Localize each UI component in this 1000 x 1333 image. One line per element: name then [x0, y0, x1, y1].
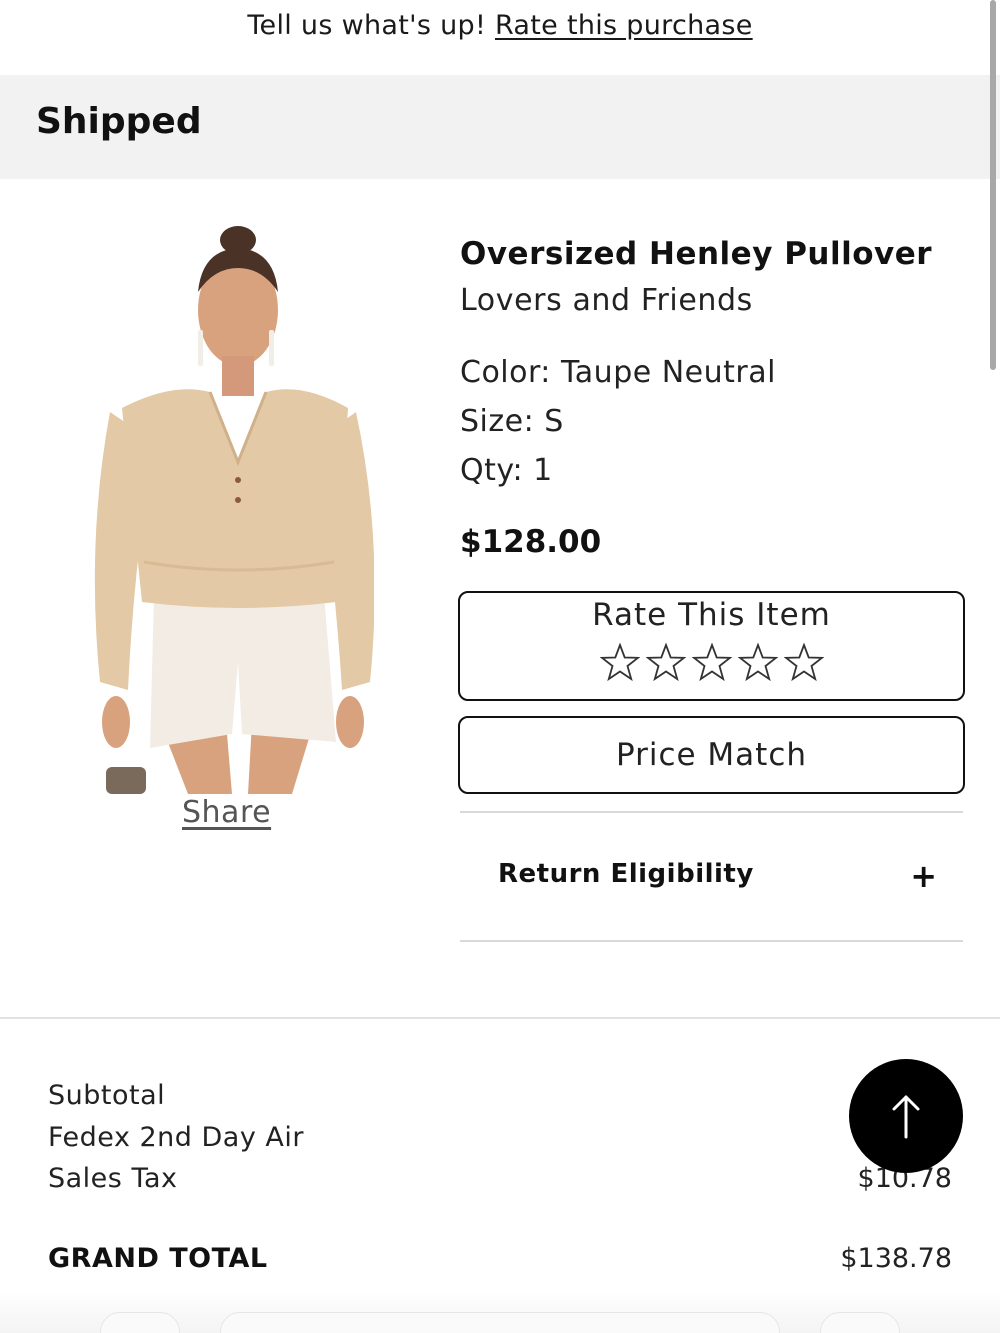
scrollbar[interactable]	[986, 0, 1000, 1333]
return-eligibility-accordion[interactable]: Return Eligibility +	[460, 813, 963, 941]
price-match-button[interactable]: Price Match	[458, 716, 965, 794]
banner-prefix: Tell us what's up!	[247, 10, 487, 41]
return-eligibility-label: Return Eligibility	[498, 859, 754, 889]
expand-plus-icon[interactable]: +	[910, 857, 937, 895]
bottom-nav-button[interactable]	[220, 1312, 780, 1333]
product-brand[interactable]: Lovers and Friends	[460, 283, 753, 318]
subtotal-label: Subtotal	[48, 1080, 166, 1111]
star-icon-2[interactable]	[645, 643, 686, 683]
product-title[interactable]: Oversized Henley Pullover	[460, 236, 932, 272]
star-icon-3[interactable]	[691, 643, 732, 683]
product-price: $128.00	[460, 524, 602, 560]
star-icon-5[interactable]	[783, 643, 824, 683]
order-status-bar: Shipped	[0, 75, 1000, 179]
rate-purchase-banner: Tell us what's up! Rate this purchase	[0, 0, 1000, 60]
rate-item-label: Rate This Item	[592, 597, 831, 633]
grand-total-value: $138.78	[840, 1243, 952, 1274]
bottom-nav-button[interactable]	[100, 1312, 180, 1333]
product-quantity: Qty: 1	[460, 453, 553, 488]
rate-item-box[interactable]: Rate This Item	[458, 591, 965, 701]
share-link[interactable]: Share	[182, 795, 271, 830]
product-size: Size: S	[460, 404, 564, 439]
grand-total-label: GRAND TOTAL	[48, 1243, 268, 1274]
shipping-label: Fedex 2nd Day Air	[48, 1122, 304, 1153]
product-color: Color: Taupe Neutral	[460, 355, 776, 390]
arrow-up-icon	[892, 1095, 920, 1139]
star-icon-4[interactable]	[737, 643, 778, 683]
rate-purchase-link[interactable]: Rate this purchase	[495, 10, 753, 41]
back-to-top-button[interactable]	[849, 1059, 963, 1173]
divider	[460, 940, 963, 942]
product-image[interactable]	[92, 222, 374, 794]
sales-tax-label: Sales Tax	[48, 1163, 178, 1194]
order-status-title: Shipped	[36, 101, 202, 142]
bottom-nav-button[interactable]	[820, 1312, 900, 1333]
star-rating[interactable]	[460, 643, 963, 683]
section-divider	[0, 1017, 1000, 1019]
scrollbar-thumb[interactable]	[990, 0, 996, 370]
star-icon-1[interactable]	[599, 643, 640, 683]
